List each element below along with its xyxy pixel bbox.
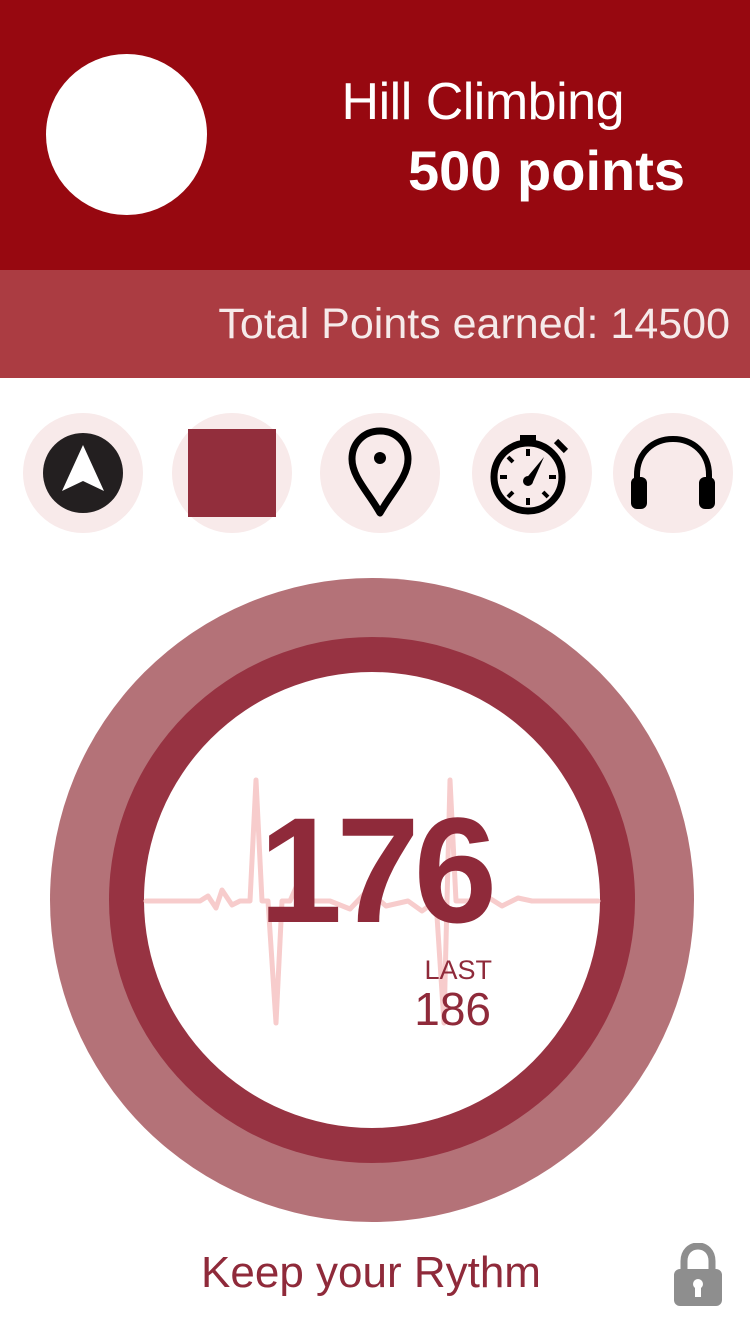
stopwatch-icon (490, 435, 569, 515)
activity-points: 500 points (408, 139, 685, 202)
lock-icon (674, 1242, 722, 1306)
screen: Hill Climbing 500 points Total Points ea… (0, 0, 750, 1334)
lock-button[interactable] (672, 1242, 724, 1307)
avatar[interactable] (46, 54, 207, 215)
last-heart-rate-value: 186 (414, 983, 491, 1035)
navigate-button[interactable] (23, 413, 143, 533)
activity-name: Hill Climbing (341, 73, 625, 131)
headphones-icon (631, 435, 715, 509)
location-pin-icon (348, 427, 412, 517)
music-button[interactable] (613, 413, 733, 533)
total-points-text: Total Points earned: 14500 (218, 300, 730, 348)
stop-button[interactable] (172, 413, 292, 533)
navigation-arrow-icon (43, 433, 123, 513)
stopwatch-button[interactable] (472, 413, 592, 533)
stop-icon (188, 429, 276, 517)
rhythm-message: Keep your Rythm (201, 1248, 541, 1297)
current-heart-rate: 176 (258, 786, 497, 954)
activity-header: Hill Climbing 500 points (0, 0, 750, 270)
location-button[interactable] (320, 413, 440, 533)
